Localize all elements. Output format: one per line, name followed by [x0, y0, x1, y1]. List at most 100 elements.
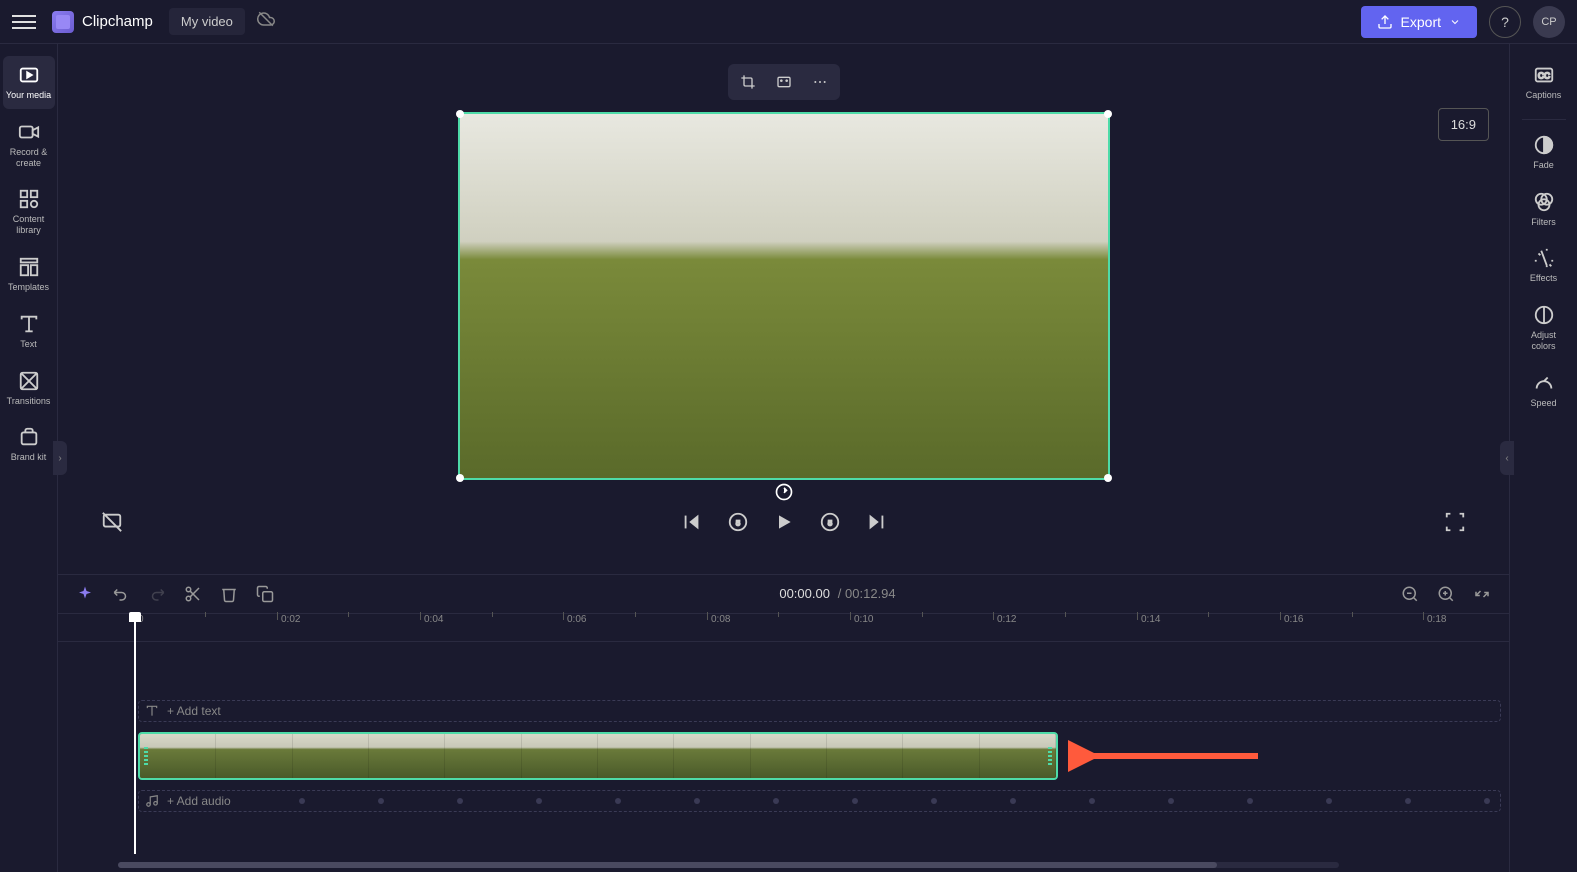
playhead[interactable]: [134, 614, 136, 854]
music-icon: [145, 794, 159, 808]
text-icon: [145, 704, 159, 718]
timeline-time-display: 00:00.00 / 00:12.94: [779, 586, 895, 602]
expand-right-panel[interactable]: ‹: [1500, 441, 1514, 475]
rotate-handle[interactable]: [774, 482, 794, 502]
redo-button[interactable]: [146, 583, 168, 605]
sidebar-item-fade[interactable]: Fade: [1518, 126, 1570, 179]
sidebar-item-library[interactable]: Content library: [3, 180, 55, 244]
ruler-tick: 0:02: [281, 614, 300, 625]
video-preview-canvas[interactable]: [458, 112, 1110, 480]
annotation-arrow: [1068, 732, 1268, 780]
ruler-tick: 0:16: [1284, 614, 1303, 625]
fullscreen-icon: [1444, 511, 1466, 533]
sidebar-label: Filters: [1531, 217, 1556, 228]
rotate-icon: [774, 482, 794, 502]
sidebar-item-filters[interactable]: Filters: [1518, 183, 1570, 236]
trash-icon: [220, 585, 238, 603]
duplicate-button[interactable]: [254, 583, 276, 605]
skip-forward-icon: [865, 511, 887, 533]
forward-button[interactable]: 5: [816, 508, 844, 536]
sparkle-icon: [76, 585, 94, 603]
undo-button[interactable]: [110, 583, 132, 605]
record-icon: [18, 121, 40, 143]
ruler-tick: 0:08: [711, 614, 730, 625]
sidebar-item-speed[interactable]: Speed: [1518, 364, 1570, 417]
sidebar-item-effects[interactable]: Effects: [1518, 239, 1570, 292]
divider: [1522, 119, 1566, 120]
app-logo[interactable]: Clipchamp: [52, 11, 153, 33]
sidebar-label: Templates: [8, 282, 49, 293]
add-text-label: + Add text: [167, 704, 221, 718]
sidebar-label: Fade: [1533, 160, 1554, 171]
resize-handle-bl[interactable]: [456, 474, 464, 482]
play-button[interactable]: [770, 508, 798, 536]
zoom-fit-button[interactable]: [1471, 583, 1493, 605]
video-track: [138, 732, 1501, 780]
sidebar-item-captions[interactable]: CC Captions: [1518, 56, 1570, 109]
split-button[interactable]: [182, 583, 204, 605]
ruler-tick: 0:12: [997, 614, 1016, 625]
ruler-tick: 0:06: [567, 614, 586, 625]
media-icon: [18, 64, 40, 86]
effects-icon: [1533, 247, 1555, 269]
resize-handle-tr[interactable]: [1104, 110, 1112, 118]
more-icon: [812, 74, 828, 90]
hide-canvas-button[interactable]: [98, 508, 126, 536]
help-button[interactable]: ?: [1489, 6, 1521, 38]
sidebar-label: Brand kit: [11, 452, 47, 463]
preview-toolbar: [728, 64, 840, 100]
sidebar-item-templates[interactable]: Templates: [3, 248, 55, 301]
svg-text:CC: CC: [1538, 72, 1550, 81]
zoom-out-button[interactable]: [1399, 583, 1421, 605]
brandkit-icon: [18, 426, 40, 448]
app-header: Clipchamp My video Export ? CP: [0, 0, 1577, 44]
export-label: Export: [1401, 14, 1441, 30]
delete-button[interactable]: [218, 583, 240, 605]
sidebar-label: Content library: [5, 214, 53, 236]
sidebar-item-your-media[interactable]: Your media: [3, 56, 55, 109]
sidebar-label: Speed: [1530, 398, 1556, 409]
timeline-tracks: + Add text + Add audio: [58, 642, 1509, 872]
zoom-in-button[interactable]: [1435, 583, 1457, 605]
project-name-input[interactable]: My video: [169, 8, 245, 35]
ruler-tick: 0:18: [1427, 614, 1446, 625]
export-button[interactable]: Export: [1361, 6, 1477, 38]
sidebar-item-record[interactable]: Record & create: [3, 113, 55, 177]
speed-icon: [1533, 372, 1555, 394]
fit-tool[interactable]: [768, 68, 800, 96]
sidebar-item-adjust[interactable]: Adjust colors: [1518, 296, 1570, 360]
crop-tool[interactable]: [732, 68, 764, 96]
user-avatar[interactable]: CP: [1533, 6, 1565, 38]
prev-button[interactable]: [678, 508, 706, 536]
sidebar-label: Transitions: [7, 396, 51, 407]
captions-icon: CC: [1533, 64, 1555, 86]
rewind-button[interactable]: 5: [724, 508, 752, 536]
timeline-scrollbar[interactable]: [118, 862, 1339, 868]
hamburger-menu-icon[interactable]: [12, 10, 36, 34]
undo-icon: [112, 585, 130, 603]
next-button[interactable]: [862, 508, 890, 536]
text-icon: [18, 313, 40, 335]
text-track[interactable]: + Add text: [138, 700, 1501, 722]
sidebar-label: Record & create: [5, 147, 53, 169]
templates-icon: [18, 256, 40, 278]
sidebar-label: Effects: [1530, 273, 1557, 284]
audio-track[interactable]: + Add audio: [138, 790, 1501, 812]
library-icon: [18, 188, 40, 210]
right-sidebar: CC Captions Fade Filters Effects Adjust …: [1509, 44, 1577, 872]
ai-tool[interactable]: [74, 583, 96, 605]
zoom-fit-icon: [1473, 585, 1491, 603]
fullscreen-button[interactable]: [1441, 508, 1469, 536]
logo-text: Clipchamp: [82, 13, 153, 30]
more-tool[interactable]: [804, 68, 836, 96]
add-audio-label: + Add audio: [167, 794, 231, 808]
ruler-tick: 0:14: [1141, 614, 1160, 625]
timeline-ruler[interactable]: 0 0:02 0:04 0:06 0:08 0:10 0:12 0:14 0:1…: [58, 614, 1509, 642]
cloud-sync-icon[interactable]: [257, 10, 275, 33]
skip-back-icon: [681, 511, 703, 533]
sidebar-item-brandkit[interactable]: Brand kit: [3, 418, 55, 471]
sidebar-item-text[interactable]: Text: [3, 305, 55, 358]
aspect-ratio-selector[interactable]: 16:9: [1438, 108, 1489, 141]
video-clip[interactable]: [138, 732, 1058, 780]
sidebar-item-transitions[interactable]: Transitions: [3, 362, 55, 415]
